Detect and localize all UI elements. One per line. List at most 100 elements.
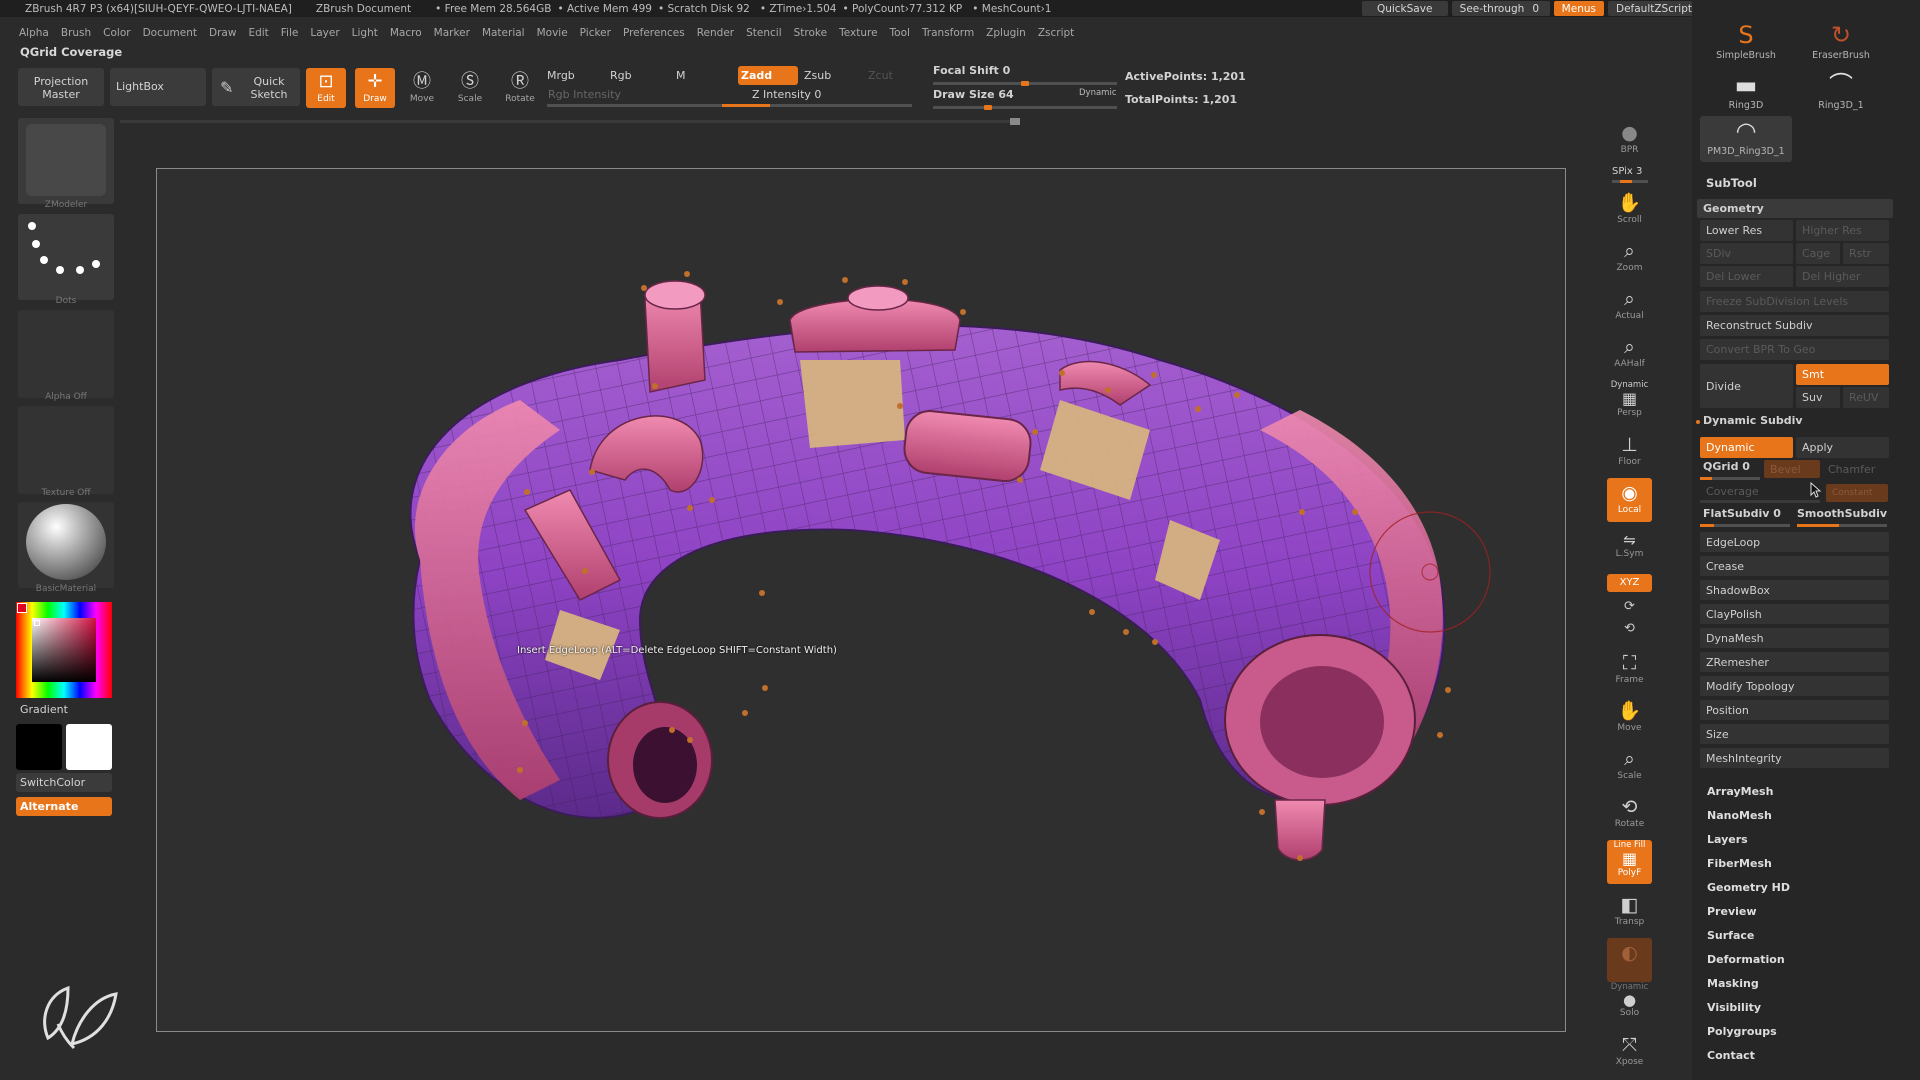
actual-zoom-icon: ⌕ <box>1624 288 1635 310</box>
aahalf-button[interactable]: ⌕ AAHalf <box>1607 332 1652 376</box>
section-deformation[interactable]: Deformation <box>1707 953 1785 966</box>
hand-icon: ✋ <box>1617 192 1642 214</box>
xpose-button[interactable]: ⤧ Xpose <box>1607 1030 1652 1074</box>
sdiv-slider[interactable]: SDiv <box>1700 243 1793 264</box>
pm3d-ring3d-1-label: PM3D_Ring3D_1 <box>1707 146 1785 157</box>
tool-pm3d-ring3d-1[interactable]: ◠ PM3D_Ring3D_1 <box>1700 116 1792 162</box>
frame-button[interactable]: ⛶ Frame <box>1607 648 1652 692</box>
mouse-cursor-icon <box>1810 482 1822 498</box>
smoothsubdiv-slider[interactable]: SmoothSubdiv <box>1797 507 1887 520</box>
geometry-item-crease[interactable]: Crease <box>1700 556 1889 576</box>
higher-res-button[interactable]: Higher Res <box>1796 220 1889 241</box>
rotate-z-icon-button[interactable]: ⟲ <box>1607 620 1652 642</box>
persp-button[interactable]: Dynamic ▦ Persp <box>1607 380 1652 424</box>
divide-button[interactable]: Divide <box>1700 364 1793 408</box>
geometry-section-header[interactable]: Geometry <box>1697 199 1893 218</box>
rotate-y-icon-button[interactable]: ⟳ <box>1607 598 1652 620</box>
tool-ring3d[interactable]: ▬ Ring3D <box>1700 70 1792 116</box>
inset-center <box>903 410 1032 483</box>
eraserbrush-label: EraserBrush <box>1812 50 1870 61</box>
zoom-button[interactable]: ⌕ Zoom <box>1607 236 1652 280</box>
shelf-move-icon: ✋ <box>1617 700 1642 722</box>
geometry-item-modify-topology[interactable]: Modify Topology <box>1700 676 1889 696</box>
tooltip: Insert EdgeLoop (ALT=Delete EdgeLoop SHI… <box>517 645 837 656</box>
geometry-item-position[interactable]: Position <box>1700 700 1889 720</box>
shelf-scale-button[interactable]: ⌕ Scale <box>1607 744 1652 788</box>
pm3d-ring3d-1-icon: ◠ <box>1735 117 1757 145</box>
geometry-item-size[interactable]: Size <box>1700 724 1889 744</box>
shelf-move-button[interactable]: ✋ Move <box>1607 696 1652 740</box>
local-label: Local <box>1617 505 1642 515</box>
qgrid-slider[interactable]: QGrid 0 <box>1703 460 1750 473</box>
lsym-button[interactable]: ⇋ L.Sym <box>1607 528 1652 566</box>
polyf-button[interactable]: Line Fill ▦ PolyF <box>1607 840 1652 884</box>
bpr-button[interactable]: ● BPR <box>1607 118 1652 162</box>
section-geometry-hd[interactable]: Geometry HD <box>1707 881 1790 894</box>
section-layers[interactable]: Layers <box>1707 833 1748 846</box>
freeze-subdivision-button[interactable]: Freeze SubDivision Levels <box>1700 291 1889 312</box>
section-nanomesh[interactable]: NanoMesh <box>1707 809 1772 822</box>
bevel-toggle[interactable]: Bevel <box>1764 460 1820 478</box>
tool-ring3d-1[interactable]: ⌒ Ring3D_1 <box>1795 70 1887 116</box>
flatsubdiv-slider[interactable]: FlatSubdiv 0 <box>1703 507 1781 520</box>
shelf-rotate-button[interactable]: ⟲ Rotate <box>1607 792 1652 836</box>
viewport-model[interactable] <box>0 0 1600 1050</box>
rstr-button[interactable]: Rstr <box>1843 243 1889 264</box>
ghost-button[interactable]: ◐ <box>1607 938 1652 982</box>
transp-label: Transp <box>1614 917 1645 927</box>
section-fibermesh[interactable]: FiberMesh <box>1707 857 1772 870</box>
section-visibility[interactable]: Visibility <box>1707 1001 1761 1014</box>
xyz-button[interactable]: XYZ <box>1607 574 1652 592</box>
brush-eraserbrush[interactable]: ↻ EraserBrush <box>1795 20 1887 66</box>
lsym-icon: ⇋ <box>1623 531 1636 549</box>
simplebrush-icon: S <box>1738 21 1754 49</box>
spix-slider[interactable]: SPix 3 <box>1612 166 1642 177</box>
scroll-button[interactable]: ✋ Scroll <box>1607 188 1652 232</box>
chamfer-toggle[interactable]: Chamfer <box>1822 460 1888 478</box>
geometry-item-edgeloop[interactable]: EdgeLoop <box>1700 532 1889 552</box>
spix-fill <box>1620 180 1632 183</box>
ring3d-1-icon: ⌒ <box>1829 71 1853 99</box>
transp-button[interactable]: ◧ Transp <box>1607 890 1652 934</box>
section-polygroups[interactable]: Polygroups <box>1707 1025 1777 1038</box>
section-contact[interactable]: Contact <box>1707 1049 1755 1062</box>
geometry-item-claypolish[interactable]: ClayPolish <box>1700 604 1889 624</box>
shelf-move-label: Move <box>1617 723 1642 733</box>
subtool-section[interactable]: SubTool <box>1706 176 1757 190</box>
section-surface[interactable]: Surface <box>1707 929 1754 942</box>
geometry-item-meshintegrity[interactable]: MeshIntegrity <box>1700 748 1889 768</box>
rotate-y-icon: ⟳ <box>1624 599 1635 614</box>
lower-res-button[interactable]: Lower Res <box>1700 220 1793 241</box>
coverage-track <box>1700 500 1820 503</box>
simplebrush-label: SimpleBrush <box>1716 50 1776 61</box>
solo-button[interactable]: Dynamic ● Solo <box>1607 982 1652 1026</box>
ring3d-label: Ring3D <box>1728 100 1764 111</box>
brush-simplebrush[interactable]: S SimpleBrush <box>1700 20 1792 66</box>
section-arraymesh[interactable]: ArrayMesh <box>1707 785 1773 798</box>
suv-toggle[interactable]: Suv <box>1796 387 1840 408</box>
smt-toggle[interactable]: Smt <box>1796 364 1889 385</box>
geometry-item-shadowbox[interactable]: ShadowBox <box>1700 580 1889 600</box>
constant-toggle[interactable]: Constant <box>1826 484 1888 502</box>
dynamic-toggle[interactable]: Dynamic <box>1700 437 1793 458</box>
cage-button[interactable]: Cage <box>1796 243 1840 264</box>
local-button[interactable]: ◉ Local <box>1607 478 1652 522</box>
convert-bpr-button[interactable]: Convert BPR To Geo <box>1700 339 1889 360</box>
section-masking[interactable]: Masking <box>1707 977 1759 990</box>
geometry-item-zremesher[interactable]: ZRemesher <box>1700 652 1889 672</box>
floor-button[interactable]: ⊥ Floor <box>1607 430 1652 474</box>
section-preview[interactable]: Preview <box>1707 905 1757 918</box>
default-zscript-button[interactable]: DefaultZScript <box>1607 1 1700 16</box>
transp-icon: ◧ <box>1620 894 1639 916</box>
apply-button[interactable]: Apply <box>1796 437 1889 458</box>
actual-button[interactable]: ⌕ Actual <box>1607 284 1652 328</box>
reuv-button[interactable]: ReUV <box>1843 387 1889 408</box>
reconstruct-subdiv-button[interactable]: Reconstruct Subdiv <box>1700 315 1889 336</box>
dynamic-subdiv-section[interactable]: Dynamic Subdiv <box>1703 414 1803 427</box>
tube-front-left-hole <box>633 727 697 803</box>
del-higher-button[interactable]: Del Higher <box>1796 266 1889 287</box>
local-icon: ◉ <box>1621 482 1638 504</box>
geometry-item-dynamesh[interactable]: DynaMesh <box>1700 628 1889 648</box>
del-lower-button[interactable]: Del Lower <box>1700 266 1793 287</box>
coverage-slider[interactable]: Coverage <box>1700 482 1820 500</box>
